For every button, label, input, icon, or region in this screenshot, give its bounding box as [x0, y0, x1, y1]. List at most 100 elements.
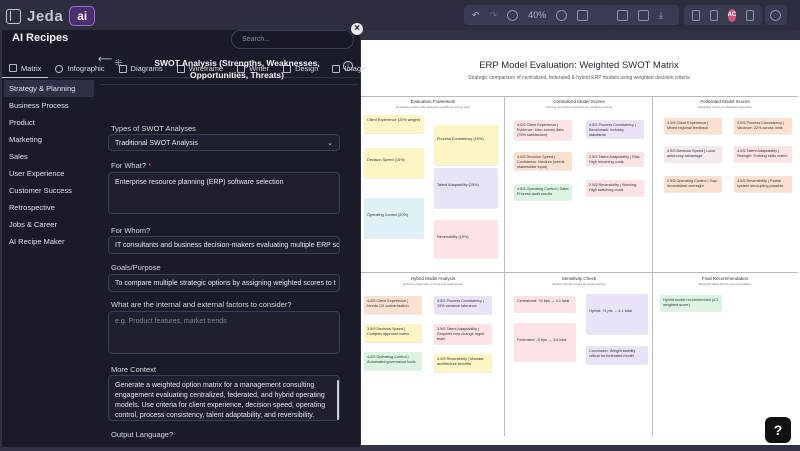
output-language-label: Output Language?	[111, 430, 174, 439]
history-zoom-group: ↶ ↷ 40%	[464, 5, 612, 25]
tab-matrix[interactable]: Matrix	[2, 60, 49, 78]
sticky-note[interactable]: Hybrid model recommended (4.1 weighted s…	[660, 295, 722, 311]
settings-gear-icon[interactable]	[770, 9, 781, 21]
for-what-label: For What? *	[111, 161, 152, 170]
section-title: Centralized Model Scores	[553, 99, 605, 104]
sticky-note[interactable]: Process Consistency (15%)	[434, 125, 498, 165]
sticky-note[interactable]: 4.0/5 Talent Adaptability | Strength: Ex…	[734, 146, 792, 162]
chevron-down-icon: ⌄	[327, 140, 333, 147]
sticky-note[interactable]: 4.5/5 Decision Speed | Local autonomy ad…	[664, 146, 722, 162]
sticky-note[interactable]: Federated: -5 bps → 3.6 total	[514, 323, 576, 361]
divider	[360, 272, 798, 273]
sidebar-item-sales[interactable]: Sales	[4, 148, 94, 165]
swot-board[interactable]: ERP Model Evaluation: Weighted SWOT Matr…	[358, 40, 800, 445]
section-title: Evaluation Framework	[410, 99, 456, 104]
close-panel-button[interactable]: ×	[351, 23, 363, 35]
section-subtitle: Weighted totals inform recommendation	[698, 282, 752, 286]
sticky-note[interactable]: 4.5/5 Process Consistency | Benchmark: I…	[586, 120, 644, 138]
sticky-note[interactable]: Operating Control (20%)	[364, 198, 424, 238]
sticky-note[interactable]: 4.0/5 Operating Control | Automated gove…	[364, 352, 422, 370]
comments-icon[interactable]	[709, 9, 718, 21]
types-select-value: Traditional SWOT Analysis	[115, 140, 198, 147]
matrix-icon	[9, 64, 17, 72]
swot-recipe-icon: ⁜	[114, 58, 123, 69]
factors-input[interactable]: e.g. Product features, market trends	[108, 311, 340, 354]
share-group: AC	[684, 5, 762, 25]
settings-group	[765, 5, 787, 25]
sticky-note[interactable]: 4.0/5 Client Experience | Needs UX custo…	[364, 296, 422, 314]
search-input[interactable]: Search...	[231, 30, 354, 49]
download-icon[interactable]: ⤓	[659, 10, 663, 21]
sticky-note[interactable]: Centralized: +5 bps → 4.1 total	[514, 296, 576, 312]
category-sidebar: Strategy & Planning Business Process Pro…	[4, 80, 94, 250]
undo-icon[interactable]: ↶	[472, 10, 480, 21]
sticky-note[interactable]: 3.0/5 Reversibility | Modular architectu…	[434, 354, 492, 372]
sticky-note[interactable]: Hybrid: +3 pts → 4.1 total	[586, 294, 648, 334]
image-export-icon[interactable]	[638, 9, 649, 21]
help-button[interactable]: ?	[765, 417, 791, 443]
goals-input[interactable]: To compare multiple strategic options by…	[108, 274, 340, 292]
sidebar-item-ai-recipe-maker[interactable]: AI Recipe Maker	[4, 233, 94, 250]
divider	[652, 96, 653, 436]
sticky-note[interactable]: Client Experience (20% weight)	[364, 115, 424, 133]
sticky-note[interactable]: 2.5/5 Operating Control | Gap: Inconsist…	[664, 176, 722, 192]
textarea-scrollbar[interactable]	[337, 380, 339, 420]
zoom-out-icon[interactable]	[556, 9, 568, 21]
sidebar-item-marketing[interactable]: Marketing	[4, 131, 94, 148]
context-label: More Context	[111, 365, 157, 374]
sticky-note[interactable]: Talent Adaptability (15%)	[434, 168, 498, 208]
sticky-note[interactable]: 4.0/5 Reversibility | Partial system dec…	[734, 176, 792, 192]
sticky-note[interactable]: Reversibility (15%)	[434, 220, 498, 258]
sticky-note[interactable]: Conclusion: Weight stability critical fo…	[586, 346, 648, 364]
section-subtitle: Hybrid configuration scoring and assessm…	[403, 282, 463, 286]
redo-icon[interactable]: ↷	[490, 10, 498, 21]
goals-label: Goals/Purpose	[111, 263, 161, 272]
sticky-note[interactable]: 3.0/5 Process Consistency | Variance: 22…	[734, 118, 792, 134]
types-select[interactable]: Traditional SWOT Analysis ⌄	[108, 134, 340, 151]
app-logo: Jeda ai	[6, 6, 96, 26]
user-avatar[interactable]: AC	[727, 8, 737, 22]
factors-label: What are the internal and external facto…	[111, 300, 292, 309]
ai-recipes-button[interactable]: ai	[69, 6, 96, 26]
sticky-note[interactable]: 2.5/5 Talent Adaptability | Risk: High r…	[586, 152, 644, 166]
sticky-note[interactable]: 3.5/5 Process Consistency | 15% variance…	[434, 296, 492, 314]
zoom-level[interactable]: 40%	[528, 10, 546, 20]
section-subtitle: Evaluation criteria with assigned weight…	[395, 105, 471, 109]
present-icon[interactable]	[692, 9, 700, 21]
divider	[504, 96, 505, 436]
for-what-input[interactable]: Enterprise resource planning (ERP) softw…	[108, 172, 340, 214]
sidebar-item-jobs-career[interactable]: Jobs & Career	[4, 216, 94, 233]
sticky-note[interactable]: 4.0/5 Client Experience | Evidence: User…	[514, 120, 572, 140]
sidebar-item-retrospective[interactable]: Retrospective	[4, 199, 94, 216]
sticky-note[interactable]: 3.0/5 Client Experience | Mixed regional…	[664, 118, 722, 134]
recipe-title: SWOT Analysis (Strengths, Weaknesses, Op…	[154, 58, 320, 80]
for-whom-label: For Whom?	[111, 226, 151, 235]
sidebar-item-product[interactable]: Product	[4, 114, 94, 131]
sticky-note[interactable]: 3.5/5 Talent Adaptability | Requires new…	[434, 324, 492, 344]
section-subtitle: Weight change impact on model ranking	[552, 282, 606, 286]
sticky-note[interactable]: 4.5/5 Operating Control | Data: Process …	[514, 184, 572, 200]
divider	[100, 84, 358, 85]
info-icon[interactable]: i	[343, 61, 353, 71]
sidebar-item-user-experience[interactable]: User Experience	[4, 165, 94, 182]
zoom-in-icon[interactable]	[507, 9, 519, 21]
sticky-note[interactable]: 3.0/5 Decision Speed | Confidence: Mediu…	[514, 152, 572, 170]
back-arrow-icon[interactable]: ⟵	[98, 54, 112, 65]
sidebar-item-strategy[interactable]: Strategy & Planning	[4, 80, 94, 97]
sidebar-item-customer-success[interactable]: Customer Success	[4, 182, 94, 199]
sticky-note[interactable]: Decision Speed (15%)	[364, 148, 424, 178]
context-textarea[interactable]: Generate a weighted option matrix for a …	[108, 375, 340, 421]
panel-icon[interactable]	[746, 9, 755, 21]
for-whom-input[interactable]: IT consultants and business decision-mak…	[108, 236, 340, 254]
sidebar-toggle-icon[interactable]	[6, 8, 21, 24]
section-title: Sensitivity Check	[561, 276, 597, 281]
board-subtitle: Strategic comparison of centralized, fed…	[468, 75, 690, 81]
fit-screen-icon[interactable]	[577, 9, 589, 21]
sidebar-item-business-process[interactable]: Business Process	[4, 97, 94, 114]
panel-title: AI Recipes	[12, 32, 69, 44]
brand-name: Jeda	[27, 7, 64, 25]
sticky-note[interactable]: 3.5/5 Decision Speed | Complex approval …	[364, 324, 422, 342]
section-title: Hybrid Model Analysis	[410, 276, 456, 281]
sticky-note[interactable]: 2.0/5 Reversibility | Warning: High swit…	[586, 180, 644, 196]
camera-icon[interactable]	[617, 9, 628, 21]
